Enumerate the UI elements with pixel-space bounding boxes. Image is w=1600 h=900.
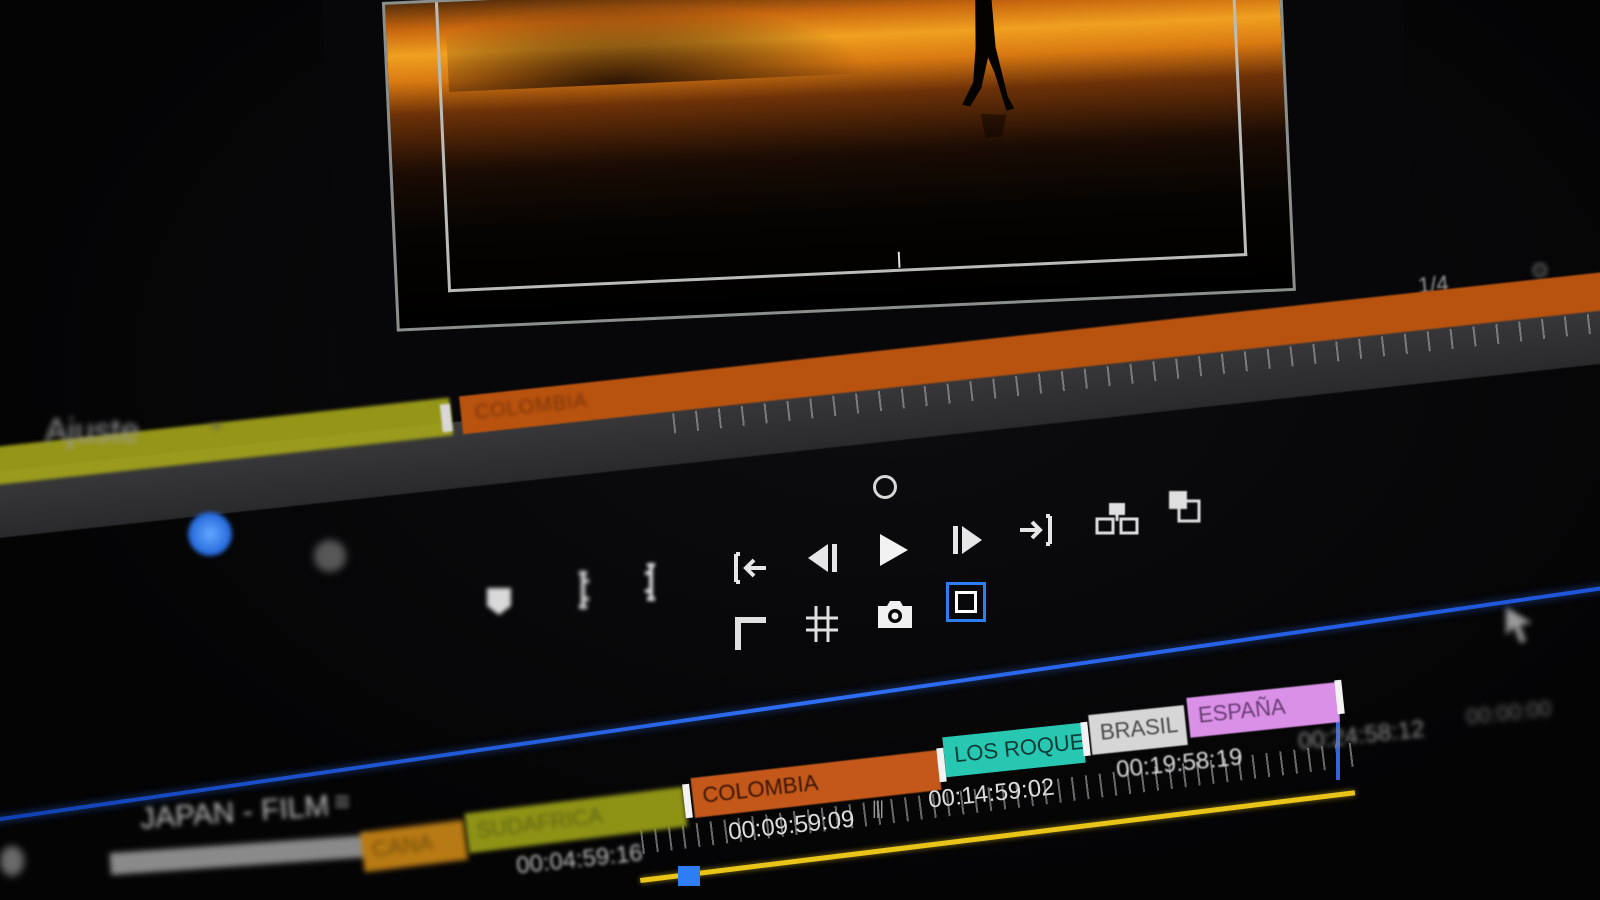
timeline-clip[interactable]: LOS ROQUES <box>942 722 1086 778</box>
track-toggle-icon[interactable] <box>0 846 24 876</box>
sequence-tab-underline <box>109 834 371 876</box>
timeline-clip[interactable]: BRASIL <box>1088 705 1188 755</box>
timeline-panel: JAPAN - FILM ≡ ||| CANA SUDAFRICA COLOMB… <box>0 0 1600 900</box>
menu-icon[interactable]: ≡ <box>334 786 350 818</box>
timecode-label: 00:00:00 <box>1464 695 1553 730</box>
premiere-editor-screen: 1/4 ⚙ COLOMBIA Ajuste ⌄ JAPAN - FILM ≡ |… <box>0 0 1600 900</box>
sequence-name[interactable]: JAPAN - FILM <box>139 789 330 836</box>
timecode-label: 00:04:59:16 <box>514 839 644 880</box>
snap-indicator-icon: ||| <box>872 798 884 818</box>
timeline-clip[interactable]: CANA <box>359 819 469 873</box>
timeline-playhead[interactable] <box>678 866 700 886</box>
